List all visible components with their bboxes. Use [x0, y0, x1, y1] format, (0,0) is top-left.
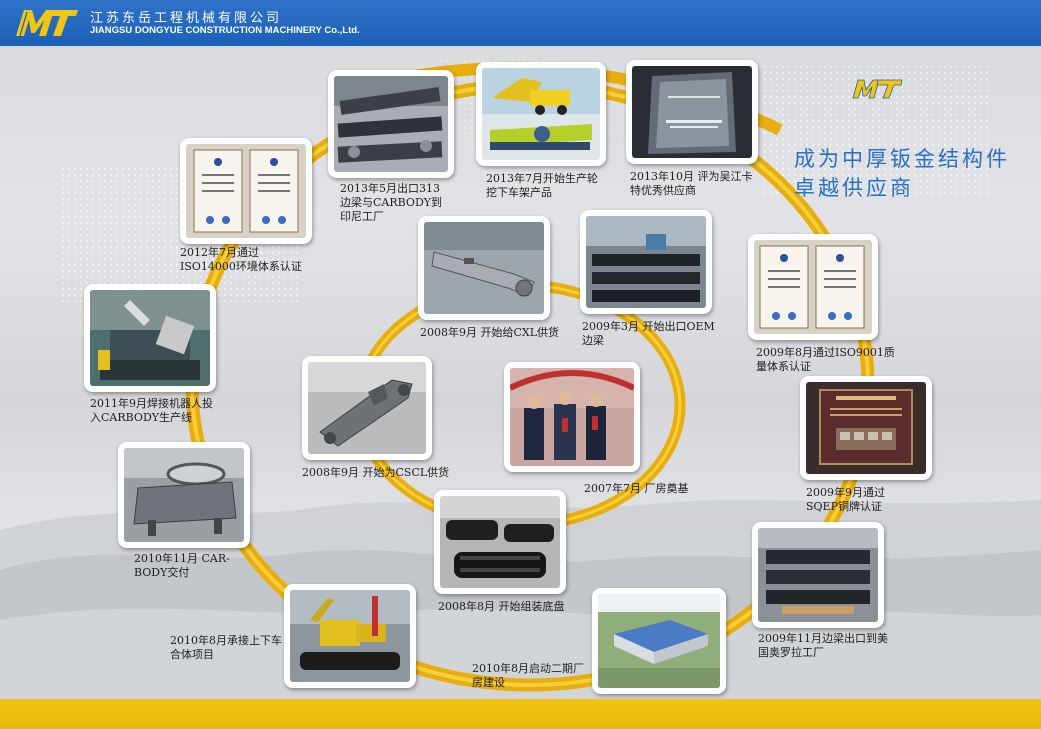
caption-m11: 2009年9月通过SQEP铜牌认证	[806, 486, 885, 513]
caption-m9: 2008年9月 开始为CSCL供货	[302, 466, 450, 479]
caption-m16: 2009年11月边梁出口到美国奥罗拉工厂	[758, 632, 888, 659]
caption-m5: 2008年9月 开始给CXL供货	[420, 326, 560, 339]
caption-m4: 2012年7月通过ISO14000环境体系认证	[180, 246, 302, 273]
caption-m14: 2010年8月承接上下车合体项目	[170, 634, 282, 661]
photo-wheeled-excavator-undercarriage	[476, 62, 606, 166]
slogan-line-2: 卓越供应商	[794, 176, 914, 200]
photo-chassis-assembly	[434, 490, 566, 594]
photo-excellent-supplier-award	[626, 60, 758, 164]
photo-iso14000-certificates	[180, 138, 312, 244]
caption-m12: 2010年11月 CAR-BODY交付	[134, 552, 230, 579]
caption-m2: 2013年7月开始生产轮挖下车架产品	[486, 172, 598, 199]
photo-cxl-boom-part	[418, 216, 550, 320]
slogan-logo-mark	[852, 79, 903, 99]
photo-side-beam-parts	[328, 70, 454, 178]
bottom-band	[0, 699, 1041, 729]
caption-m13: 2008年8月 开始组装底盘	[438, 600, 565, 613]
caption-m3: 2013年10月 评为吴江卡特优秀供应商	[630, 170, 753, 197]
caption-m10: 2007年7月 厂房奠基	[584, 482, 689, 495]
slogan-line-1: 成为中厚钣金结构件	[794, 147, 1010, 171]
photo-groundbreaking-ceremony	[504, 362, 640, 472]
caption-m6: 2009年3月 开始出口OEM边梁	[582, 320, 715, 347]
photo-upper-lower-assembly	[284, 584, 416, 688]
photo-side-beams-export-usa	[752, 522, 884, 628]
photo-oem-side-beams	[580, 210, 712, 314]
caption-m15: 2010年8月启动二期厂房建设	[472, 662, 584, 689]
photo-phase-two-plant	[592, 588, 726, 694]
caption-m7: 2009年8月通过ISO9001质量体系认证	[756, 346, 895, 373]
photo-welding-robot	[84, 284, 216, 392]
photo-carbody-delivery	[118, 442, 250, 548]
photo-sqep-bronze-plaque	[800, 376, 932, 480]
company-slogan: 成为中厚钣金结构件 卓越供应商	[794, 145, 1010, 203]
photo-iso9001-certificates	[748, 234, 878, 340]
timeline-poster: 江苏东岳工程机械有限公司 JIANGSU DONGYUE CONSTRUCTIO…	[0, 0, 1041, 729]
caption-m8: 2011年9月焊接机器人投入CARBODY生产线	[90, 397, 213, 424]
photo-cscl-part	[302, 356, 432, 460]
